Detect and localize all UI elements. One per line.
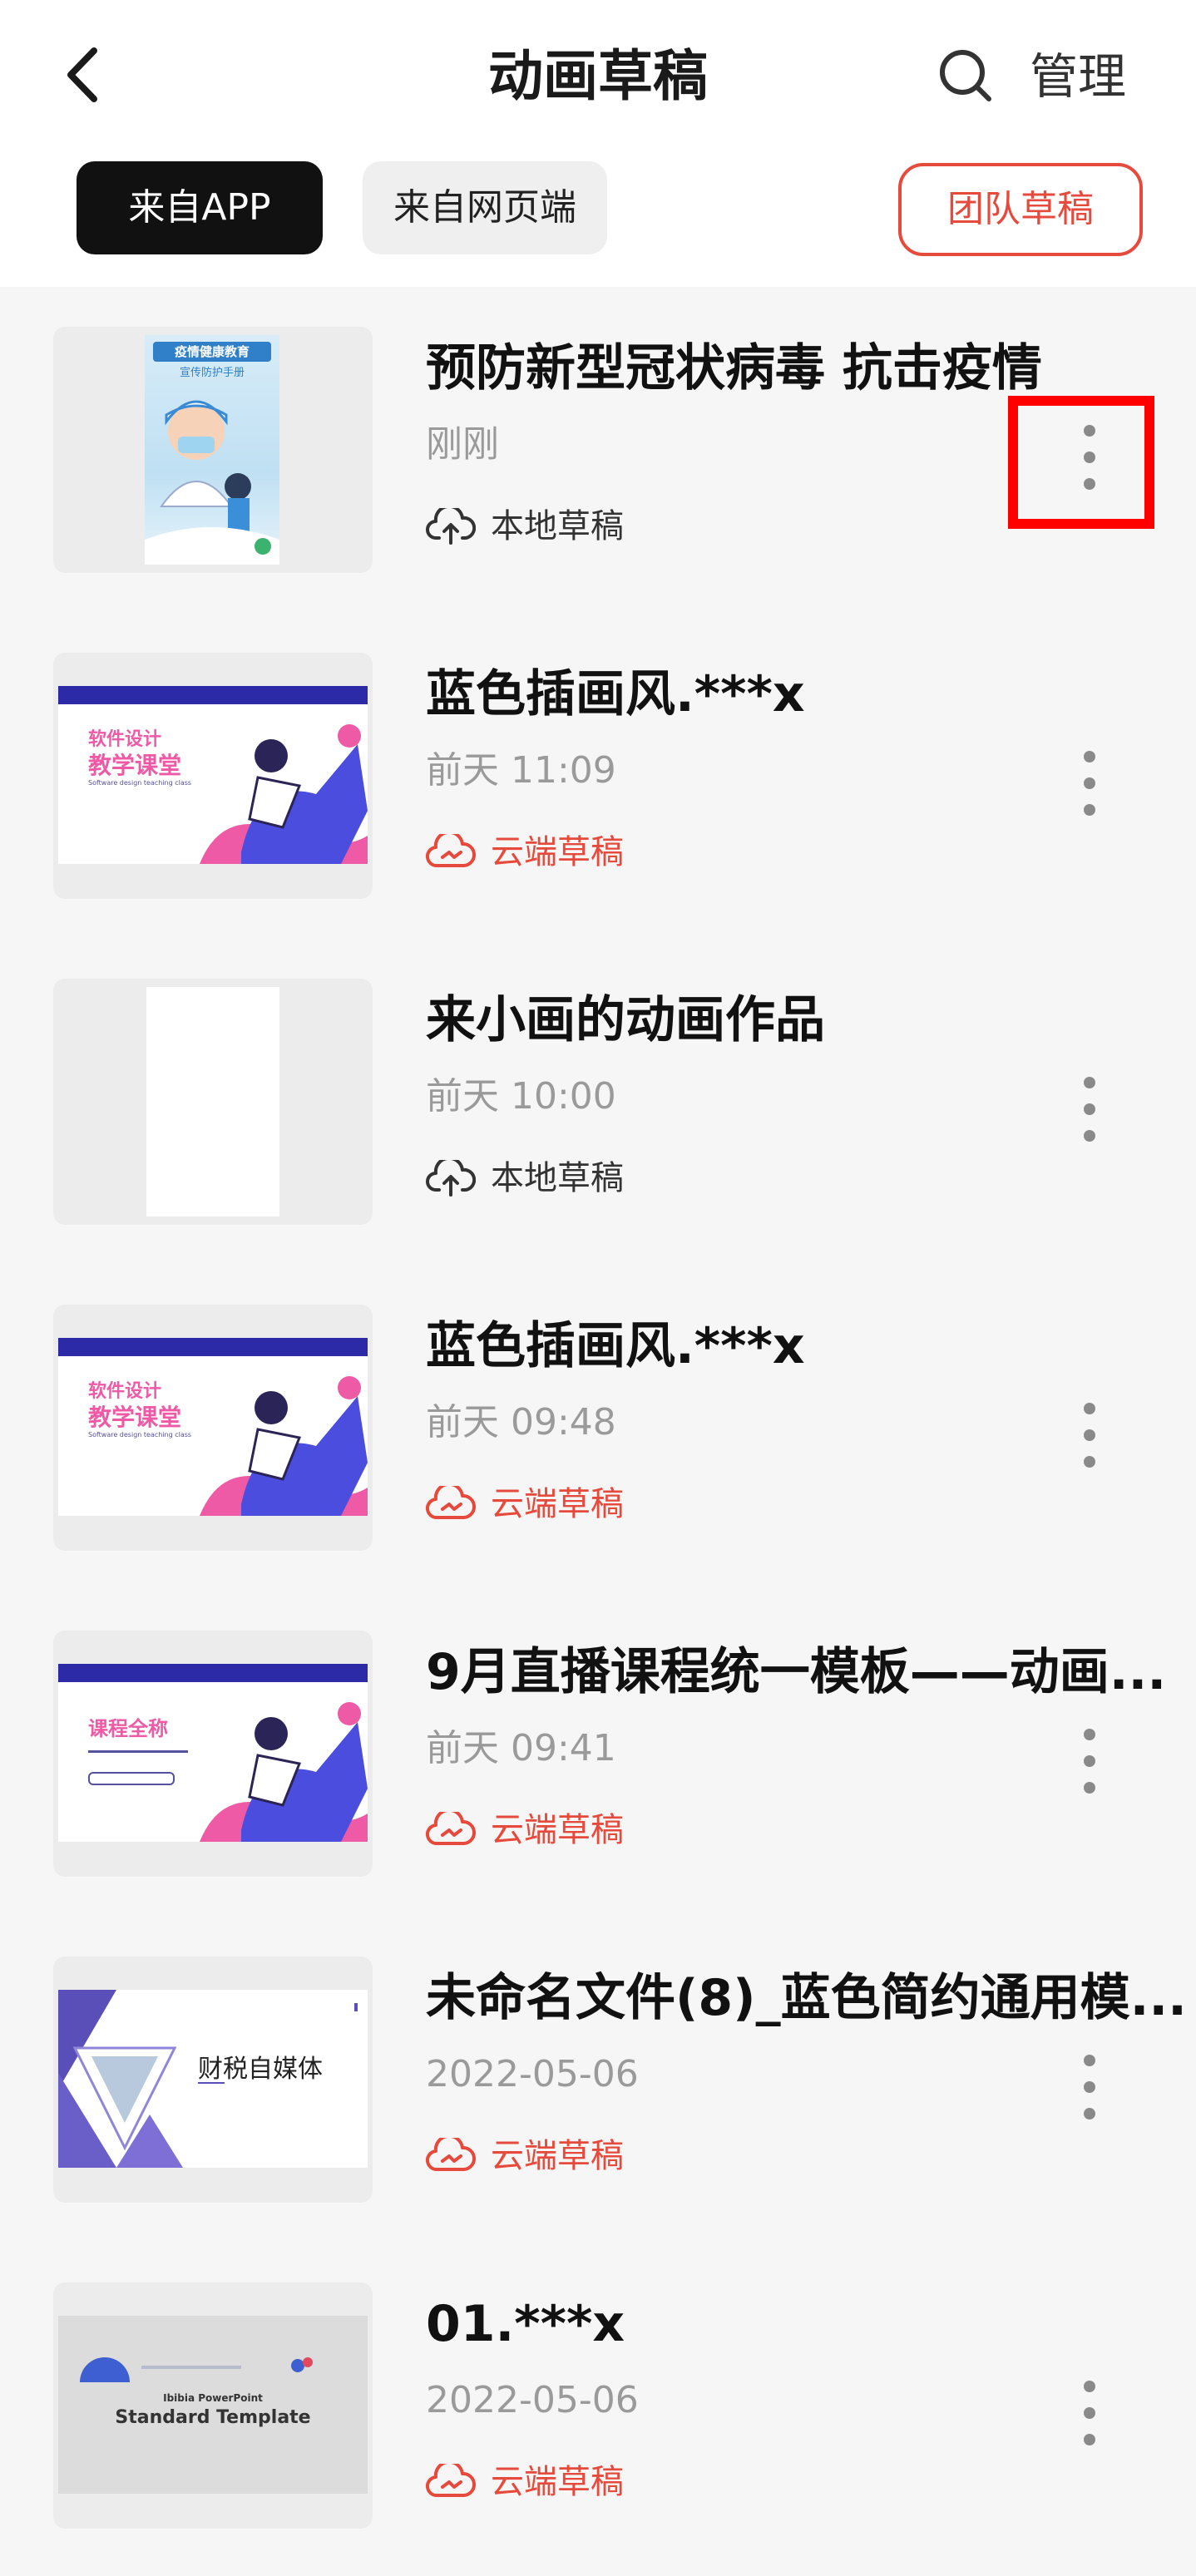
status-label: 云端草稿 xyxy=(491,1811,624,1849)
blank-thumbnail xyxy=(146,987,279,1216)
tab-from-web[interactable]: 来自网页端 xyxy=(363,161,607,254)
draft-item[interactable]: 来小画的动画作品 前天 10:00 本地草稿 xyxy=(0,939,1196,1265)
more-options-button[interactable] xyxy=(1065,2041,1114,2133)
more-vertical-icon xyxy=(1084,1403,1095,1414)
more-options-button[interactable] xyxy=(1065,1389,1114,1481)
draft-time: 刚刚 xyxy=(426,423,499,466)
thumbnail-text: 教学课堂 xyxy=(88,1404,182,1431)
cloud-upload-icon xyxy=(426,508,476,545)
thumbnail-text: Ibibia PowerPoint xyxy=(163,2392,263,2404)
page-title: 动画草稿 xyxy=(488,44,708,108)
top-bar: 动画草稿 管理 来自APP 来自网页端 团队草稿 xyxy=(0,0,1196,287)
thumbnail-text: Standard Template xyxy=(115,2407,311,2428)
draft-status: 本地草稿 xyxy=(426,1153,624,1203)
thumbnail-text: 疫情健康教育 xyxy=(174,344,250,359)
draft-item[interactable]: 软件设计 教学课堂 Software design teaching class… xyxy=(0,1265,1196,1591)
status-label: 云端草稿 xyxy=(491,1485,624,1523)
cloud-icon xyxy=(426,2138,476,2172)
draft-title: 预防新型冠状病毒 抗击疫情 xyxy=(426,339,1042,397)
draft-status: 云端草稿 xyxy=(426,1805,624,1855)
cloud-icon xyxy=(426,2464,476,2498)
highlight-box xyxy=(1008,396,1154,529)
draft-time: 2022-05-06 xyxy=(426,2053,639,2095)
more-options-button[interactable] xyxy=(1065,2367,1114,2459)
status-label: 云端草稿 xyxy=(491,2137,624,2175)
cloud-upload-icon xyxy=(426,1160,476,1197)
draft-title: 蓝色插画风.***x xyxy=(426,665,805,723)
search-icon xyxy=(940,50,991,101)
slide-thumbnail: 财税自媒体 xyxy=(58,1990,368,2168)
draft-status: 本地草稿 xyxy=(426,501,624,551)
draft-status: 云端草稿 xyxy=(426,1479,624,1529)
draft-title: 9月直播课程统一模板——动画... xyxy=(426,1643,1167,1701)
cloud-icon xyxy=(426,834,476,868)
more-options-button[interactable] xyxy=(1065,1715,1114,1807)
draft-thumbnail: 财税自媒体 xyxy=(53,1957,373,2203)
more-options-button[interactable] xyxy=(1065,1063,1114,1155)
slide-thumbnail: 软件设计 教学课堂 Software design teaching class xyxy=(58,1338,368,1516)
draft-time: 前天 10:00 xyxy=(426,1075,616,1118)
status-label: 本地草稿 xyxy=(491,507,624,545)
thumbnail-text: Software design teaching class xyxy=(88,779,192,787)
draft-thumbnail: 软件设计 教学课堂 Software design teaching class xyxy=(53,653,373,899)
draft-time: 前天 11:09 xyxy=(426,749,616,792)
draft-item[interactable]: 软件设计 教学课堂 Software design teaching class… xyxy=(0,613,1196,939)
draft-time: 2022-05-06 xyxy=(426,2379,639,2421)
draft-thumbnail: 疫情健康教育 宣传防护手册 xyxy=(53,327,373,573)
draft-time: 前天 09:41 xyxy=(426,1727,616,1769)
status-label: 云端草稿 xyxy=(491,2463,624,2501)
draft-title: 蓝色插画风.***x xyxy=(426,1317,805,1375)
thumbnail-text: 课程全称 xyxy=(88,1717,168,1740)
more-vertical-icon xyxy=(1084,1077,1095,1088)
draft-status: 云端草稿 xyxy=(426,2131,624,2181)
draft-status: 云端草稿 xyxy=(426,827,624,877)
thumbnail-text: Software design teaching class xyxy=(88,1431,192,1439)
draft-title: 来小画的动画作品 xyxy=(426,991,825,1049)
draft-thumbnail: 课程全称 xyxy=(53,1631,373,1877)
draft-title: 01.***x xyxy=(426,2295,625,2353)
slide-thumbnail: Ibibia PowerPoint Standard Template xyxy=(58,2316,368,2494)
chevron-left-icon xyxy=(67,47,97,102)
more-vertical-icon xyxy=(1084,1729,1095,1740)
more-options-button[interactable] xyxy=(1065,738,1114,829)
more-vertical-icon xyxy=(1084,751,1095,762)
cloud-icon xyxy=(426,1486,476,1520)
draft-item[interactable]: 课程全称 9月直播课程统一模板——动画... 前天 09:41 云端草稿 xyxy=(0,1591,1196,1917)
search-button[interactable] xyxy=(930,40,1000,110)
draft-thumbnail: Ibibia PowerPoint Standard Template xyxy=(53,2282,373,2529)
draft-status: 云端草稿 xyxy=(426,2457,624,2507)
manage-button[interactable]: 管理 xyxy=(1030,43,1126,110)
slide-thumbnail: 软件设计 教学课堂 Software design teaching class xyxy=(58,686,368,864)
status-label: 云端草稿 xyxy=(491,833,624,871)
thumbnail-text: 宣传防护手册 xyxy=(179,367,245,379)
more-vertical-icon xyxy=(1084,2055,1095,2066)
slide-thumbnail: 课程全称 xyxy=(58,1664,368,1842)
draft-item[interactable]: 财税自媒体 未命名文件(8)_蓝色简约通用模... 2022-05-06 云端草… xyxy=(0,1917,1196,2243)
draft-item[interactable]: Ibibia PowerPoint Standard Template 01.*… xyxy=(0,2243,1196,2569)
draft-thumbnail: 软件设计 教学课堂 Software design teaching class xyxy=(53,1305,373,1551)
back-button[interactable] xyxy=(50,42,116,108)
more-vertical-icon xyxy=(1084,2381,1095,2392)
cloud-icon xyxy=(426,1812,476,1846)
draft-time: 前天 09:48 xyxy=(426,1401,616,1443)
team-drafts-button[interactable]: 团队草稿 xyxy=(898,163,1143,256)
draft-title: 未命名文件(8)_蓝色简约通用模... xyxy=(426,1969,1187,2027)
draft-thumbnail xyxy=(53,979,373,1225)
poster-thumbnail: 疫情健康教育 宣传防护手册 xyxy=(145,335,279,565)
thumbnail-text: 财税自媒体 xyxy=(198,2055,323,2084)
tab-from-app[interactable]: 来自APP xyxy=(77,161,323,254)
status-label: 本地草稿 xyxy=(491,1159,624,1197)
thumbnail-text: 教学课堂 xyxy=(88,752,182,779)
